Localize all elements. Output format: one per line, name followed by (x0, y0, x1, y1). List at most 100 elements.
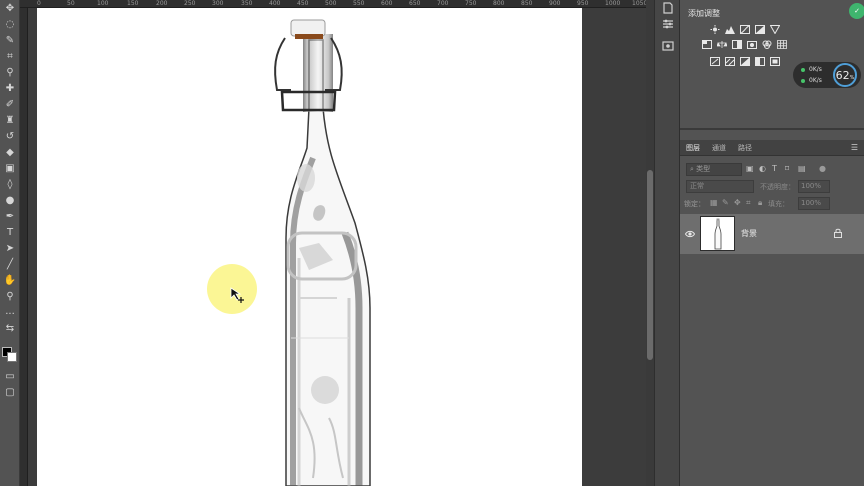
document-canvas[interactable] (37, 8, 582, 486)
ruler-tick: 400 (269, 0, 281, 7)
filter-kind-value: 类型 (696, 165, 711, 173)
ruler-tick: 850 (521, 0, 533, 7)
eyedropper-tool-icon[interactable]: ⚲ (3, 66, 17, 79)
brightness-contrast-icon[interactable] (710, 25, 720, 34)
upload-value: 0K/s (809, 66, 822, 73)
ruler-tick: 700 (437, 0, 449, 7)
download-dot-icon (801, 78, 805, 83)
selective-color-icon[interactable] (770, 57, 780, 66)
tab-layers[interactable]: 图层 (686, 143, 700, 153)
fill-label: 填充： (768, 200, 789, 208)
filter-kind-select[interactable]: ⌕ 类型 (686, 163, 742, 176)
dodge-tool-icon[interactable]: ● (3, 194, 17, 207)
hue-saturation-icon[interactable] (702, 40, 712, 49)
tab-channels[interactable]: 通道 (712, 143, 726, 153)
ruler-tick: 250 (184, 0, 196, 7)
collapsed-panel-dock (654, 0, 680, 486)
healing-brush-tool-icon[interactable]: ✚ (3, 82, 17, 95)
hand-tool-icon[interactable]: ✋ (3, 274, 17, 287)
green-status-icon[interactable]: ✓ (849, 3, 864, 19)
scrollbar-thumb[interactable] (647, 170, 653, 360)
adjust-sliders-icon[interactable] (662, 18, 674, 30)
quick-select-tool-icon[interactable]: ✎ (3, 34, 17, 47)
eraser-tool-icon[interactable]: ◆ (3, 146, 17, 159)
ruler-tick: 600 (381, 0, 393, 7)
lock-position-icon[interactable]: ✥ (734, 198, 743, 208)
eye-visibility-icon[interactable] (685, 229, 695, 239)
move-tool-icon[interactable]: ✥ (3, 2, 17, 15)
layer-row-background[interactable]: 背景 (680, 214, 864, 254)
background-color-swatch[interactable] (7, 352, 17, 362)
color-balance-icon[interactable] (717, 40, 727, 49)
ruler-tick: 750 (465, 0, 477, 7)
clone-stamp-tool-icon[interactable]: ♜ (3, 114, 17, 127)
layer-filter-row: ⌕ 类型 ▣ ◐ T ⌑ ▤ ● (684, 163, 860, 177)
zoom-tool-icon[interactable]: ⚲ (3, 290, 17, 303)
pen-tool-icon[interactable]: ✒ (3, 210, 17, 223)
ruler-tick: 1000 (605, 0, 621, 7)
ruler-tick: 100 (97, 0, 109, 7)
fill-input[interactable]: 100% (798, 197, 830, 210)
gradient-map-icon[interactable] (755, 57, 765, 66)
color-lookup-icon[interactable] (777, 40, 787, 49)
photo-filter-icon[interactable] (747, 40, 757, 49)
exposure-icon[interactable] (755, 25, 765, 34)
history-icon[interactable] (662, 2, 674, 14)
upload-speed: 0K/s (801, 66, 822, 73)
ruler-tick: 150 (127, 0, 139, 7)
usage-percent: 62 (835, 69, 850, 82)
adjustments-title: 添加调整 (688, 9, 720, 18)
bottle-thumbnail-icon (714, 218, 722, 250)
blend-mode-select[interactable]: 正常 (686, 180, 754, 193)
layers-tabbar: 图层 通道 路径 ☰ (680, 140, 864, 156)
posterize-icon[interactable] (725, 57, 735, 66)
filter-type-icon[interactable]: T (772, 164, 781, 174)
quick-mask-icon[interactable]: ▭ (3, 370, 17, 383)
lasso-tool-icon[interactable]: ◌ (3, 18, 17, 31)
ruler-tick: 500 (325, 0, 337, 7)
line-tool-icon[interactable]: ╱ (3, 258, 17, 271)
lock-all-icon[interactable]: 🔒︎ (758, 198, 767, 208)
type-tool-icon[interactable]: T (3, 226, 17, 239)
vertical-scrollbar[interactable] (646, 0, 654, 486)
channel-mixer-icon[interactable] (762, 40, 772, 49)
crop-tool-icon[interactable]: ⌗ (3, 50, 17, 63)
curves-icon[interactable] (740, 25, 750, 34)
lock-transparent-pixels-icon[interactable]: ▦ (710, 198, 719, 208)
usage-gauge[interactable]: 62% (833, 63, 857, 87)
lock-artboard-icon[interactable]: ⌗ (746, 198, 755, 208)
move-cursor-icon (230, 287, 244, 303)
filter-pixel-icon[interactable]: ▣ (746, 164, 755, 174)
edit-toolbar-icon[interactable]: ⇆ (3, 322, 17, 335)
path-select-tool-icon[interactable]: ➤ (3, 242, 17, 255)
blur-tool-icon[interactable]: ◊ (3, 178, 17, 191)
history-brush-tool-icon[interactable]: ↺ (3, 130, 17, 143)
network-speed-widget: 0K/s 0K/s 62% (793, 62, 861, 88)
filter-toggle-icon[interactable]: ● (819, 164, 828, 174)
layer-thumbnail (700, 216, 735, 251)
panel-menu-icon[interactable]: ☰ (851, 143, 858, 152)
threshold-icon[interactable] (740, 57, 750, 66)
lock-image-pixels-icon[interactable]: ✎ (722, 198, 731, 208)
layer-lock-icon (834, 228, 842, 238)
filter-adjustment-icon[interactable]: ◐ (759, 164, 768, 174)
filter-shape-icon[interactable]: ⌑ (785, 164, 794, 174)
black-white-icon[interactable] (732, 40, 742, 49)
download-speed: 0K/s (801, 77, 822, 84)
layer-name[interactable]: 背景 (741, 228, 757, 239)
lock-row: 锁定： ▦ ✎ ✥ ⌗ 🔒︎ 填充： 100% (684, 197, 860, 211)
opacity-input[interactable]: 100% (798, 180, 830, 193)
more-tools-icon[interactable]: ··· (3, 308, 17, 321)
filter-smart-object-icon[interactable]: ▤ (798, 164, 807, 174)
tab-paths[interactable]: 路径 (738, 143, 752, 153)
gradient-tool-icon[interactable]: ▣ (3, 162, 17, 175)
screen-mode-icon[interactable]: ▢ (3, 386, 17, 399)
brush-tool-icon[interactable]: ✐ (3, 98, 17, 111)
invert-icon[interactable] (710, 57, 720, 66)
layers-panel: 图层 通道 路径 ☰ ⌕ 类型 ▣ ◐ T ⌑ ▤ ● 正常 不透明度： 100… (680, 140, 864, 486)
ruler-tick: 550 (353, 0, 365, 7)
levels-icon[interactable] (725, 25, 735, 34)
vibrance-icon[interactable] (770, 25, 780, 34)
properties-icon[interactable] (662, 40, 674, 52)
blend-mode-value: 正常 (690, 182, 704, 190)
